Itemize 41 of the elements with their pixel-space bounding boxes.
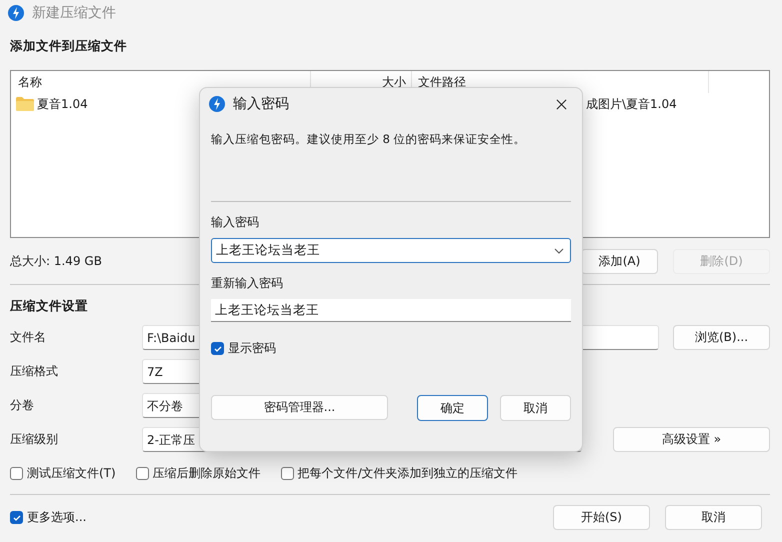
checkbox[interactable] — [136, 466, 149, 480]
field-label: 文件名 — [10, 328, 47, 346]
browse-button[interactable]: 浏览(B)... — [673, 324, 770, 350]
password-combo[interactable]: 上老王论坛当老王 — [211, 238, 571, 263]
checkbox-label: 压缩后删除原始文件 — [152, 464, 261, 482]
checkbox-label: 更多选项... — [27, 509, 86, 526]
checkbox[interactable] — [10, 511, 23, 524]
input-field[interactable]: 上老王论坛当老王 — [211, 299, 571, 322]
checkbox-label: 显示密码 — [228, 340, 276, 357]
ok-button[interactable]: 确定 — [417, 395, 488, 421]
check-icon — [12, 512, 22, 522]
checkbox[interactable] — [10, 466, 23, 480]
field-label: 压缩级别 — [10, 430, 59, 448]
section-heading: 添加文件到压缩文件 — [10, 37, 127, 55]
section-heading: 压缩文件设置 — [10, 297, 88, 315]
checkbox-label: 测试压缩文件(T) — [27, 464, 116, 482]
field-label: 输入密码 — [211, 214, 260, 230]
dialog-description: 输入压缩包密码。建议使用至少 8 位的密码来保证安全性。 — [211, 132, 527, 147]
checkbox-label: 把每个文件/文件夹添加到独立的压缩文件 — [298, 464, 518, 482]
chevron-down-icon — [554, 248, 564, 254]
field-label: 分卷 — [10, 396, 35, 414]
cancel-button[interactable]: 取消 — [665, 505, 762, 530]
app-icon — [209, 96, 225, 112]
checkbox[interactable] — [280, 466, 294, 480]
total-size: 总大小: 1.49 GB — [10, 252, 102, 270]
field-label: 重新输入密码 — [211, 275, 284, 291]
password-manager-button[interactable]: 密码管理器... — [211, 395, 388, 420]
start-button[interactable]: 开始(S) — [553, 505, 650, 530]
close-icon[interactable] — [556, 98, 567, 110]
file-name[interactable]: 夏音1.04 — [37, 96, 88, 112]
window-title: 新建压缩文件 — [32, 4, 116, 22]
checkbox[interactable] — [211, 342, 224, 355]
cancel-button[interactable]: 取消 — [500, 395, 571, 421]
app-icon — [8, 5, 24, 21]
field-label: 压缩格式 — [10, 362, 59, 380]
dialog-title: 输入密码 — [233, 95, 289, 113]
file-path: 成图片\夏音1.04 — [585, 96, 677, 112]
add-button[interactable]: 添加(A) — [581, 248, 658, 274]
folder-icon — [16, 97, 34, 111]
check-icon — [212, 344, 222, 354]
advanced-settings-button[interactable]: 高级设置 » — [613, 426, 770, 452]
